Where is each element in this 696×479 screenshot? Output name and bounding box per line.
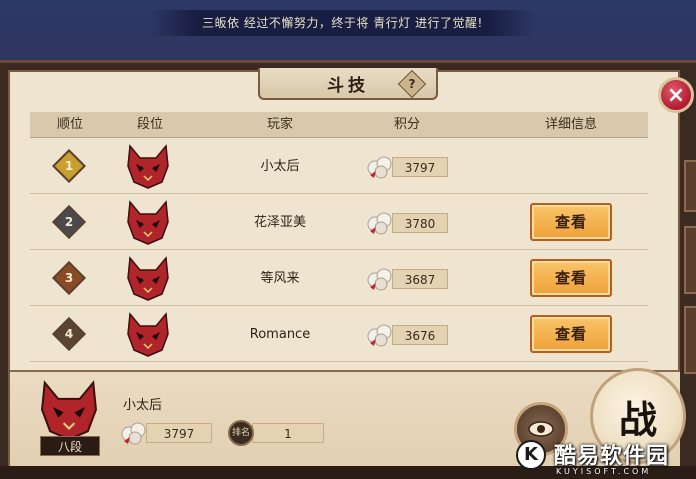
close-icon: × (666, 82, 686, 108)
system-notice-banner: 三皈依 经过不懈努力，终于将 青行灯 进行了觉醒! (150, 10, 535, 36)
score-value: 3797 (392, 157, 448, 177)
header-player: 玩家 (266, 117, 293, 132)
fox-mask-icon (127, 144, 169, 189)
fox-mask-icon (127, 312, 169, 357)
ranking-list[interactable]: 1 小太后 3797 2 花泽亚美 3780 查看 3 等风来 3687 查看 … (30, 140, 648, 366)
header-rank: 顺位 (56, 117, 83, 132)
ranking-row: 4 Romance 3676 查看 (30, 308, 648, 362)
watermark-text: 酷易软件园 (554, 444, 670, 469)
ranking-row: 1 小太后 3797 (30, 140, 648, 194)
self-score-value: 3797 (146, 423, 212, 443)
score-value: 3780 (392, 213, 448, 233)
score-orb-icon (367, 268, 392, 291)
rank-badge: 4 (52, 317, 86, 351)
watermark-subtext: KUYISOFT.COM (556, 467, 652, 476)
self-fox-mask-icon (41, 380, 97, 441)
score-value: 3687 (392, 269, 448, 289)
ranking-row: 2 花泽亚美 3780 查看 (30, 196, 648, 250)
player-name: 小太后 (260, 159, 300, 174)
score-box: 3676 (366, 324, 448, 347)
score-orb-icon (367, 212, 392, 235)
side-tab[interactable] (684, 160, 696, 212)
header-tier: 段位 (136, 117, 163, 132)
site-watermark: 酷易软件园 KUYISOFT.COM (514, 436, 696, 479)
player-name: 花泽亚美 (253, 215, 306, 230)
score-box: 3687 (366, 268, 448, 291)
side-tab[interactable] (684, 306, 696, 374)
score-box: 3780 (366, 212, 448, 235)
player-name: Romance (249, 327, 311, 342)
close-button[interactable]: × (658, 77, 694, 113)
header-score: 积分 (393, 117, 420, 132)
rank-badge: 3 (52, 261, 86, 295)
rank-badge: 1 (52, 149, 86, 183)
fox-mask-icon (127, 200, 169, 245)
view-details-button[interactable]: 查看 (530, 203, 612, 241)
header-details: 详细信息 (544, 117, 597, 132)
title-tab: 斗技 ? (258, 68, 438, 100)
side-tab[interactable] (684, 226, 696, 294)
self-player-name: 小太后 (123, 398, 163, 413)
score-value: 3676 (392, 325, 448, 345)
score-orb-icon (121, 422, 146, 445)
self-rank-value: 1 (252, 423, 324, 443)
panel-title: 斗技 (327, 75, 369, 96)
score-orb-icon (367, 156, 392, 179)
player-name: 等风来 (260, 271, 300, 286)
watermark-logo-icon (516, 440, 546, 470)
self-tier-label: 八段 (40, 436, 100, 456)
ranking-row: 3 等风来 3687 查看 (30, 252, 648, 306)
score-box: 3797 (366, 156, 448, 179)
self-rank-box: 1 排名 (228, 420, 324, 446)
self-score-box: 3797 (120, 422, 212, 445)
rank-badge: 2 (52, 205, 86, 239)
fox-mask-icon (127, 256, 169, 301)
rank-label-icon: 排名 (228, 420, 254, 446)
view-details-button[interactable]: 查看 (530, 315, 612, 353)
score-orb-icon (367, 324, 392, 347)
column-header: 顺位 段位 玩家 积分 详细信息 (30, 112, 648, 138)
help-icon[interactable]: ? (397, 69, 427, 99)
view-details-button[interactable]: 查看 (530, 259, 612, 297)
